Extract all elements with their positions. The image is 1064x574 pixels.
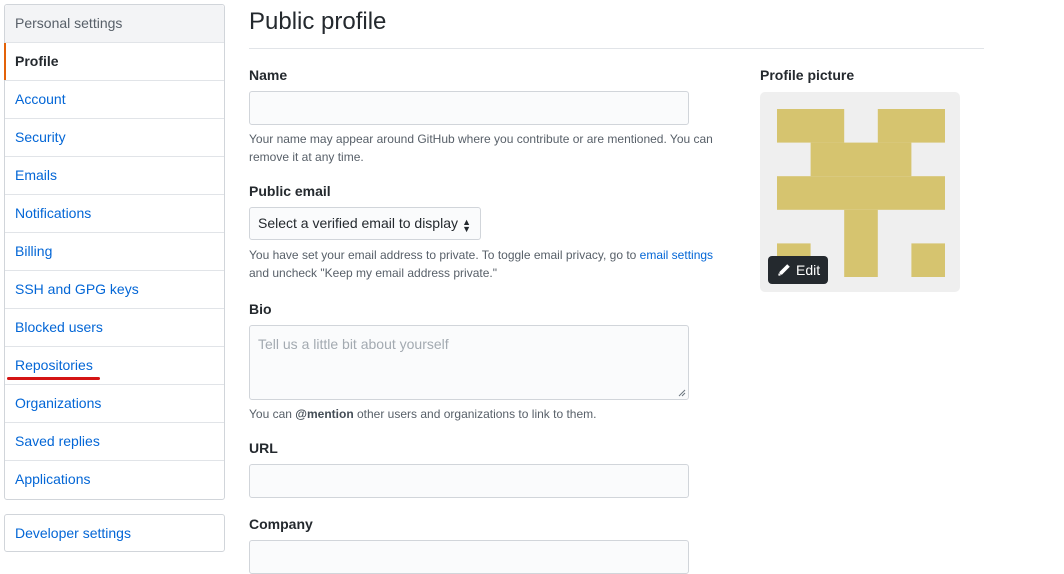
sidebar-item-notifications[interactable]: Notifications	[5, 195, 224, 233]
sidebar-item-applications[interactable]: Applications	[5, 461, 224, 499]
resize-grip-icon[interactable]	[678, 389, 686, 397]
identicon-avatar	[777, 109, 945, 277]
sidebar-item-ssh-gpg-keys[interactable]: SSH and GPG keys	[5, 271, 224, 309]
public-email-note-text-end: and uncheck "Keep my email address priva…	[249, 266, 497, 280]
profile-picture: Edit	[760, 92, 960, 292]
public-email-note-text: You have set your email address to priva…	[249, 248, 637, 262]
sidebar-item-security[interactable]: Security	[5, 119, 224, 157]
sidebar-header: Personal settings	[5, 5, 224, 43]
company-label: Company	[249, 516, 313, 532]
sidebar-item-repositories-label: Repositories	[15, 357, 93, 373]
bio-note: You can @mention other users and organiz…	[249, 405, 719, 423]
bio-label: Bio	[249, 301, 272, 317]
pencil-icon	[778, 264, 790, 276]
name-note: Your name may appear around GitHub where…	[249, 132, 713, 164]
annotation-underline	[7, 377, 100, 380]
bio-placeholder: Tell us a little bit about yourself	[258, 336, 449, 352]
bio-note-text: You can	[249, 407, 292, 421]
bio-textarea[interactable]: Tell us a little bit about yourself	[249, 325, 689, 400]
edit-profile-picture-button[interactable]: Edit	[768, 256, 829, 284]
sidebar-item-repositories[interactable]: Repositories	[5, 347, 224, 385]
settings-sidebar: Personal settings Profile Account Securi…	[4, 4, 225, 500]
sidebar-item-profile[interactable]: Profile	[4, 43, 224, 81]
name-label: Name	[249, 67, 288, 83]
name-input[interactable]	[249, 91, 689, 125]
page-title: Public profile	[249, 8, 387, 35]
sidebar-item-organizations[interactable]: Organizations	[5, 385, 224, 423]
public-email-selected-value: Select a verified email to display	[258, 215, 458, 231]
url-label: URL	[249, 440, 278, 456]
sidebar-item-blocked-users[interactable]: Blocked users	[5, 309, 224, 347]
public-email-label: Public email	[249, 183, 331, 199]
bio-note-text-end: other users and organizations to link to…	[357, 407, 597, 421]
edit-button-label: Edit	[796, 262, 821, 278]
company-input[interactable]	[249, 540, 689, 574]
public-email-note: You have set your email address to priva…	[249, 246, 719, 282]
sidebar-item-account[interactable]: Account	[5, 81, 224, 119]
mention-text: @mention	[295, 407, 354, 421]
email-settings-link[interactable]: email settings	[640, 248, 713, 262]
public-email-select[interactable]: Select a verified email to display ▲ ▼	[249, 207, 481, 240]
title-divider	[249, 48, 984, 49]
sidebar-item-developer-settings[interactable]: Developer settings	[4, 514, 225, 552]
sidebar-item-billing[interactable]: Billing	[5, 233, 224, 271]
profile-picture-label: Profile picture	[760, 67, 855, 83]
sidebar-item-emails[interactable]: Emails	[5, 157, 224, 195]
url-input[interactable]	[249, 464, 689, 498]
sidebar-item-saved-replies[interactable]: Saved replies	[5, 423, 224, 461]
